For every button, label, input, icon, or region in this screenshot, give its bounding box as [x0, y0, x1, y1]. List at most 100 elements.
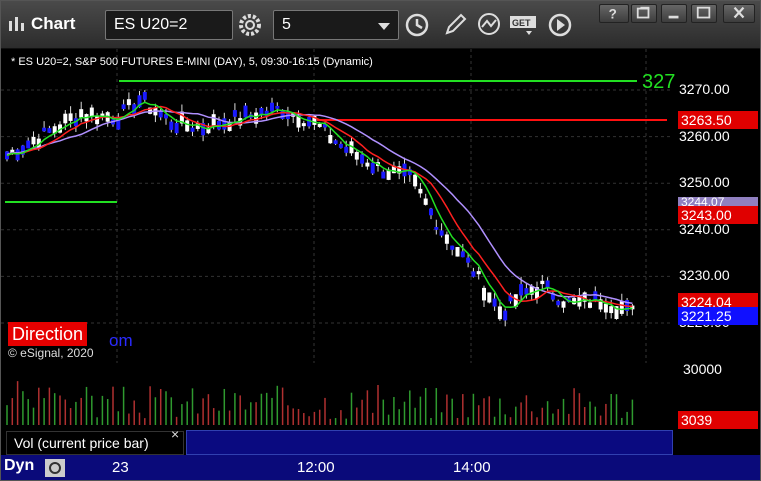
price-line-label: 327: [642, 71, 676, 93]
candle-body: [423, 198, 428, 205]
candle-body: [444, 234, 449, 244]
ma-slow-line: [6, 110, 633, 305]
candle-body: [370, 162, 375, 174]
close-icon[interactable]: ×: [171, 426, 179, 442]
symbol-value: ES U20=2: [114, 16, 188, 33]
price-tag-blue: 3221.25: [678, 307, 758, 325]
dyn-label[interactable]: Dyn: [4, 457, 34, 475]
candle-body: [460, 251, 465, 258]
price-tag-red-top: 3263.50: [678, 111, 758, 129]
app-title: Chart: [31, 14, 76, 33]
interval-combo[interactable]: 5: [273, 10, 399, 40]
candle-body: [524, 288, 529, 295]
candle-body: [185, 120, 190, 132]
candle-body: [126, 99, 131, 106]
chart-icon: [9, 17, 24, 31]
close-icon[interactable]: [723, 4, 755, 23]
candle-body: [243, 105, 248, 118]
candle-body: [497, 306, 502, 320]
candle-body: [121, 104, 126, 110]
chart-header: * ES U20=2, S&P 500 FUTURES E-MINI (DAY)…: [11, 56, 373, 68]
lock-icon[interactable]: [44, 458, 66, 478]
candle-body: [429, 208, 433, 216]
price-level: 3260.00: [679, 128, 730, 144]
minimize-icon[interactable]: [661, 4, 687, 23]
candle-body: [487, 292, 492, 303]
volume-chart[interactable]: [1, 363, 673, 427]
candle-body: [301, 123, 306, 127]
volume-study-bar: Vol (current price bar) ×: [1, 426, 673, 455]
candle-body: [42, 127, 47, 132]
candle-body: [561, 301, 566, 308]
price-tag-red-mid: 3243.00: [678, 206, 758, 224]
candle-body: [174, 122, 179, 134]
candle-body: [556, 300, 561, 306]
candle-body: [492, 298, 497, 307]
candle-body: [609, 306, 614, 314]
play-icon[interactable]: [547, 12, 573, 38]
clock-icon[interactable]: [404, 12, 430, 38]
candle-body: [333, 140, 338, 144]
chart-window: Chart ES U20=2 5 GET ? * ES U20=2, S&P 5…: [0, 0, 761, 481]
candle-body: [466, 257, 471, 263]
candle-body: [471, 271, 476, 277]
candle-body: [482, 287, 486, 301]
volume-axis-label: 30000: [683, 361, 722, 377]
candle-body: [338, 143, 343, 148]
price-level: 3230.00: [679, 267, 730, 283]
direction-logo-suffix: om: [109, 331, 133, 350]
time-label: 14:00: [453, 459, 491, 476]
svg-text:GET: GET: [512, 18, 531, 28]
title-bar: Chart ES U20=2 5 GET ?: [1, 1, 760, 49]
help-icon[interactable]: ?: [599, 4, 629, 23]
maximize-icon[interactable]: [691, 4, 717, 23]
candle-body: [328, 135, 333, 144]
candle-body: [317, 124, 322, 127]
time-label: 12:00: [297, 459, 335, 476]
gear-icon[interactable]: [237, 12, 263, 38]
svg-text:?: ?: [609, 6, 617, 21]
candle-body: [15, 149, 20, 161]
candle-body: [503, 310, 508, 321]
price-level: 3270.00: [679, 81, 730, 97]
ma-green-line: [6, 101, 633, 311]
candle-body: [455, 247, 460, 257]
candle-body: [211, 114, 216, 127]
candle-body: [142, 92, 147, 100]
candle-body: [190, 127, 195, 132]
candle-body: [354, 152, 359, 160]
candle-body: [434, 227, 439, 230]
indicator-icon[interactable]: [477, 12, 503, 38]
time-axis[interactable]: Dyn 23 12:00 14:00: [1, 455, 760, 480]
candle-body: [344, 146, 349, 153]
candle-body: [47, 128, 52, 133]
candle-body: [232, 110, 237, 117]
get-icon[interactable]: GET: [509, 12, 539, 38]
price-chart[interactable]: [1, 49, 673, 363]
candle-body: [519, 284, 524, 296]
direction-logo: Direction: [8, 322, 88, 346]
volume-study-label[interactable]: Vol (current price bar): [6, 431, 184, 455]
interval-value: 5: [282, 16, 291, 33]
restore-icon[interactable]: [631, 4, 657, 23]
candle-body: [31, 136, 36, 145]
candle-body: [381, 171, 386, 179]
symbol-combo[interactable]: ES U20=2: [105, 10, 233, 40]
candle-body: [270, 102, 274, 112]
chevron-down-icon: [378, 23, 390, 30]
candle-body: [63, 113, 68, 124]
candle-body: [439, 230, 444, 236]
candle-body: [79, 109, 84, 118]
candle-body: [540, 280, 545, 285]
candle-body: [26, 140, 31, 149]
candle-body: [95, 116, 100, 125]
candle-body: [413, 174, 418, 187]
candle-body: [588, 302, 592, 308]
candle-body: [476, 271, 481, 275]
candle-body: [275, 105, 280, 109]
candle-body: [68, 113, 73, 121]
candle-body: [169, 121, 174, 130]
pencil-icon[interactable]: [442, 12, 468, 38]
study-bar-fill: [186, 430, 673, 455]
candle-body: [603, 303, 608, 313]
